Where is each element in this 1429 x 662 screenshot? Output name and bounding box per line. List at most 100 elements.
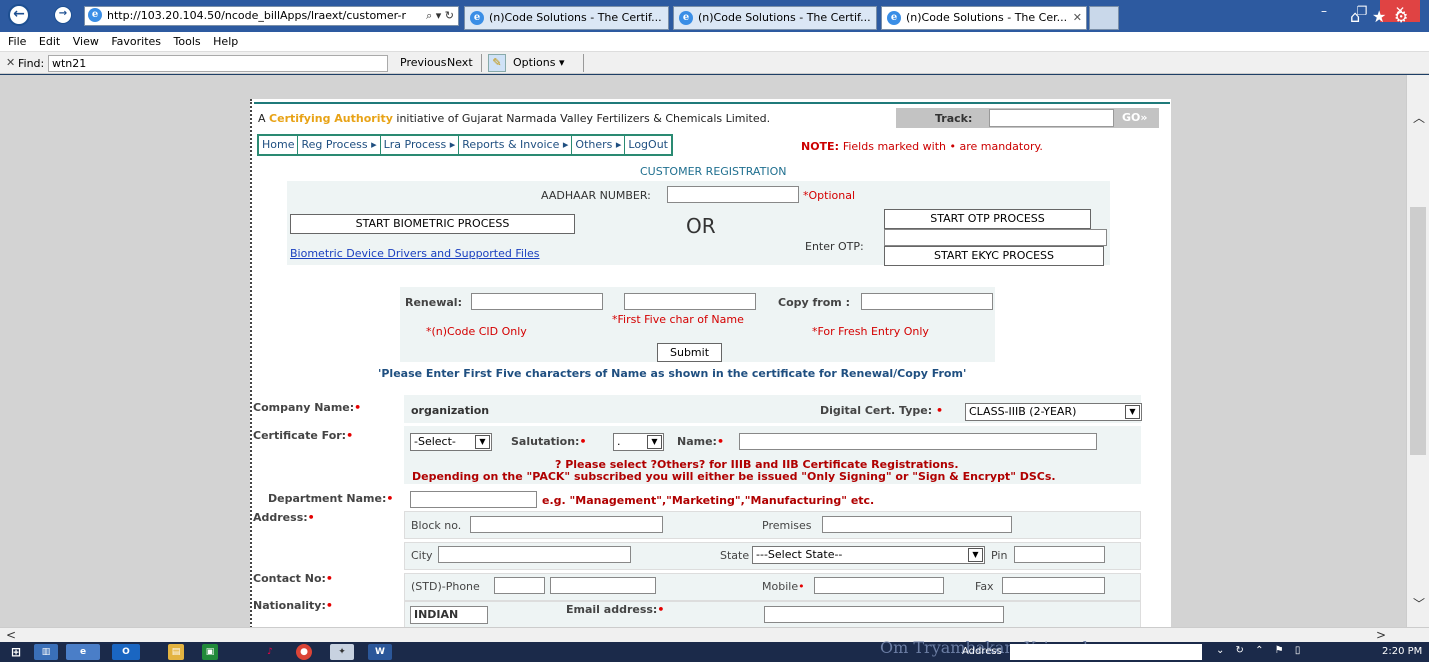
tab-close-icon[interactable]: ✕: [1073, 11, 1082, 24]
scroll-left-icon[interactable]: <: [6, 628, 16, 642]
scrollbar-thumb[interactable]: [1410, 207, 1426, 455]
name-chars-input[interactable]: [624, 293, 756, 310]
premises-input[interactable]: [822, 516, 1012, 533]
windows-start-icon[interactable]: ⊞: [8, 644, 24, 660]
find-next-button[interactable]: Next: [447, 56, 473, 69]
menu-edit[interactable]: Edit: [39, 35, 60, 48]
city-input[interactable]: [438, 546, 631, 563]
initiative-suffix: initiative of Gujarat Narmada Valley Fer…: [396, 112, 771, 125]
department-input[interactable]: [410, 491, 537, 508]
browser-tab-3-active[interactable]: e (n)Code Solutions - The Cer... ✕: [881, 6, 1087, 30]
address-bar[interactable]: e http://103.20.104.50/ncode_billApps/lr…: [84, 6, 459, 26]
cert-for-label: Certificate For:•: [253, 429, 354, 442]
find-options-button[interactable]: Options ▾: [513, 56, 564, 69]
warning-pack: Depending on the "PACK" subscribed you w…: [412, 470, 1056, 483]
mobile-input[interactable]: [814, 577, 944, 594]
state-select[interactable]: ---Select State-- ▼: [752, 546, 985, 564]
find-bar: ✕ Find: Previous Next ✎ Options ▾: [0, 52, 1429, 74]
pin-input[interactable]: [1014, 546, 1105, 563]
block-input[interactable]: [470, 516, 663, 533]
menu-favorites[interactable]: Favorites: [111, 35, 161, 48]
nationality-value[interactable]: INDIAN: [410, 606, 488, 624]
cert-for-select[interactable]: -Select- ▼: [410, 433, 492, 451]
renewal-input[interactable]: [471, 293, 603, 310]
start-otp-button[interactable]: START OTP PROCESS: [884, 209, 1091, 229]
copy-from-input[interactable]: [861, 293, 993, 310]
home-icon[interactable]: ⌂: [1350, 9, 1360, 25]
new-tab-button[interactable]: [1089, 6, 1119, 30]
std-code-input[interactable]: [494, 577, 545, 594]
fax-input[interactable]: [1002, 577, 1105, 594]
name-input[interactable]: [739, 433, 1097, 450]
vertical-scrollbar[interactable]: ︿ ﹀: [1406, 75, 1429, 627]
scroll-up-icon[interactable]: ︿: [1413, 109, 1425, 126]
word-icon[interactable]: W: [368, 644, 392, 660]
submit-button[interactable]: Submit: [657, 343, 722, 362]
minimize-button[interactable]: –: [1304, 0, 1344, 22]
contact-label: Contact No:•: [253, 572, 333, 585]
browser-tab-2[interactable]: e (n)Code Solutions - The Certif...: [673, 6, 877, 30]
main-nav: Home Reg Process ▸ Lra Process ▸ Reports…: [257, 134, 673, 156]
biometric-drivers-link[interactable]: Biometric Device Drivers and Supported F…: [290, 247, 540, 260]
tab-title: (n)Code Solutions - The Cer...: [906, 11, 1068, 24]
chrome-icon[interactable]: ●: [296, 644, 312, 660]
scroll-down-icon[interactable]: ﹀: [1413, 595, 1425, 612]
back-arrow-icon[interactable]: ←: [8, 4, 30, 26]
otp-input[interactable]: [884, 229, 1107, 246]
find-previous-button[interactable]: Previous: [400, 56, 447, 69]
salutation-select[interactable]: . ▼: [613, 433, 664, 451]
note-text: Fields marked with • are mandatory.: [842, 140, 1043, 153]
browser-tab-1[interactable]: e (n)Code Solutions - The Certif...: [464, 6, 669, 30]
pin-label: Pin: [991, 549, 1008, 562]
menu-view[interactable]: View: [73, 35, 99, 48]
search-refresh-icons[interactable]: ⌕ ▾ ↻: [426, 7, 454, 25]
ie-taskbar-icon[interactable]: e: [66, 644, 100, 660]
cert-type-label: Digital Cert. Type: •: [820, 404, 944, 417]
nav-reports-invoice[interactable]: Reports & Invoice ▸: [459, 136, 573, 154]
windows-taskbar: ⊞ ▥ e O ▤ ▣ ♪ ● ✦ W Om Tryambakam Yajama…: [0, 638, 1429, 662]
enter-otp-label: Enter OTP:: [805, 240, 864, 253]
start-ekyc-button[interactable]: START EKYC PROCESS: [884, 246, 1104, 266]
ie-icon: e: [470, 11, 484, 25]
forward-arrow-icon[interactable]: →: [54, 6, 72, 24]
address-label: Address:•: [253, 511, 315, 524]
task-view-icon[interactable]: ▥: [34, 644, 58, 660]
email-input[interactable]: [764, 606, 1004, 623]
file-explorer-icon[interactable]: ▤: [168, 644, 184, 660]
start-biometric-button[interactable]: START BIOMETRIC PROCESS: [290, 214, 575, 234]
cert-type-select[interactable]: CLASS-IIIB (2-YEAR) ▼: [965, 403, 1142, 421]
find-close-icon[interactable]: ✕: [6, 56, 15, 69]
nav-lra-process[interactable]: Lra Process ▸: [381, 136, 460, 154]
track-label: Track:: [935, 112, 973, 125]
menu-file[interactable]: File: [8, 35, 26, 48]
system-tray-icons[interactable]: ⌄ ↻ ⌃ ⚑ ▯: [1216, 645, 1304, 656]
phone-input[interactable]: [550, 577, 656, 594]
track-go-button[interactable]: GO»: [1122, 111, 1148, 124]
aadhaar-input[interactable]: [667, 186, 799, 203]
track-input[interactable]: [989, 109, 1114, 127]
nav-logout[interactable]: LogOut: [625, 136, 671, 154]
nav-reg-process[interactable]: Reg Process ▸: [298, 136, 381, 154]
taskbar-address-input[interactable]: [1010, 644, 1202, 660]
menu-help[interactable]: Help: [213, 35, 238, 48]
or-text: OR: [686, 214, 716, 238]
horizontal-scrollbar[interactable]: < >: [0, 627, 1429, 642]
department-label: Department Name:•: [268, 492, 394, 505]
gear-icon[interactable]: ⚙: [1394, 9, 1408, 25]
aadhaar-optional-note: *Optional: [803, 189, 856, 202]
menu-tools[interactable]: Tools: [174, 35, 201, 48]
app-icon[interactable]: ✦: [330, 644, 354, 660]
store-icon[interactable]: ▣: [202, 644, 218, 660]
page-layer: A Certifying Authority initiative of Guj…: [0, 75, 1406, 627]
star-icon[interactable]: ★: [1372, 9, 1386, 25]
highlight-pencil-icon[interactable]: ✎: [488, 54, 506, 72]
initiative-text: A Certifying Authority initiative of Guj…: [258, 112, 770, 125]
nav-others[interactable]: Others ▸: [572, 136, 626, 154]
taskbar-clock: 2:20 PM: [1382, 646, 1423, 657]
app-icon[interactable]: ♪: [262, 644, 278, 660]
find-input[interactable]: [48, 55, 388, 72]
nav-home[interactable]: Home: [259, 136, 299, 154]
mandatory-note: NOTE: Fields marked with • are mandatory…: [801, 140, 1043, 153]
outlook-icon[interactable]: O: [112, 644, 140, 660]
scroll-right-icon[interactable]: >: [1376, 628, 1386, 642]
